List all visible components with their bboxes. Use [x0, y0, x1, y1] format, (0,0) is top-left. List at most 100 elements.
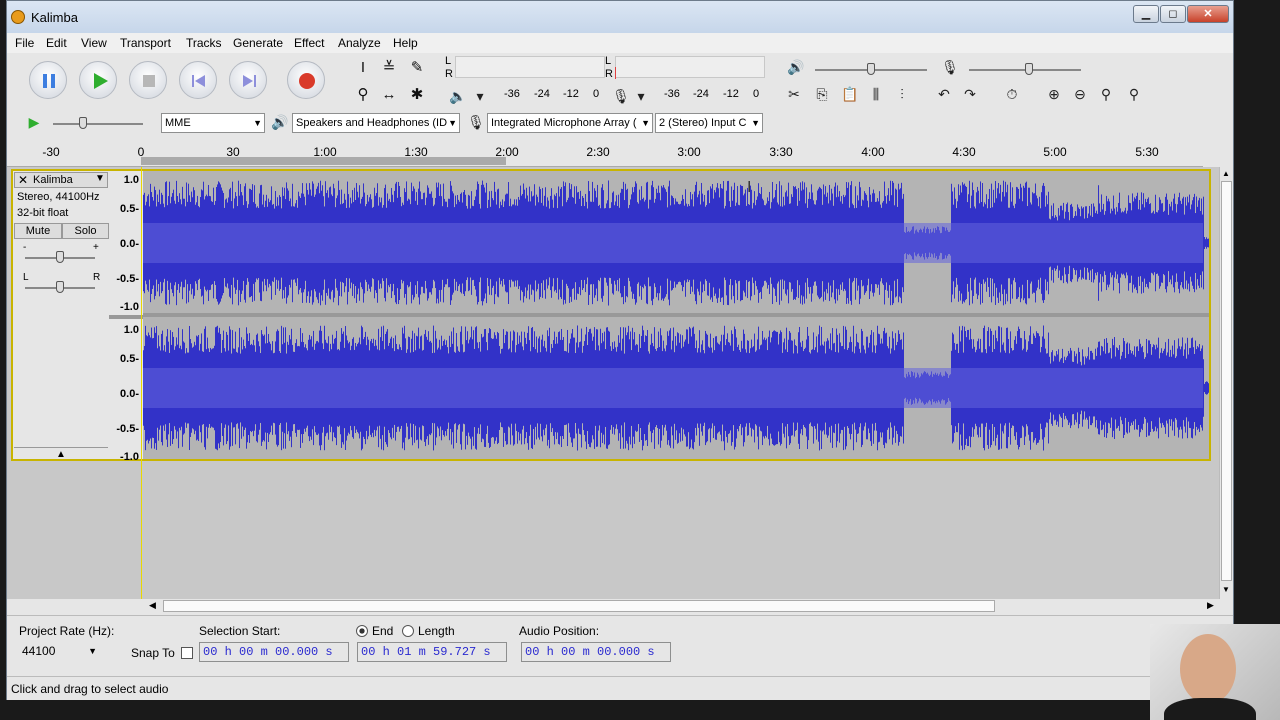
record-meter-dropdown-icon[interactable]: ▾	[630, 85, 652, 107]
menu-file[interactable]: File	[15, 36, 34, 50]
zoom-tool-icon[interactable]: ⚲	[352, 84, 374, 106]
maximize-icon[interactable]: ◻	[1160, 5, 1186, 23]
zoom-out-icon[interactable]: ⊖	[1069, 83, 1091, 105]
track-name: Kalimba	[33, 174, 73, 186]
menu-transport[interactable]: Transport	[120, 36, 171, 50]
playback-meter[interactable]	[455, 56, 605, 78]
playback-scale-36: -36	[504, 88, 520, 100]
close-track-icon[interactable]: ✕	[18, 173, 28, 187]
fit-selection-icon[interactable]: ⚲	[1095, 83, 1117, 105]
audio-position-field[interactable]: 00 h 00 m 00.000 s	[521, 642, 671, 662]
input-volume-slider[interactable]	[969, 63, 1081, 75]
scroll-left-icon[interactable]: ◀	[149, 600, 156, 611]
play-button[interactable]	[79, 61, 117, 99]
selection-tool-icon[interactable]: I	[352, 57, 374, 79]
time-shift-tool-icon[interactable]: ↔	[378, 84, 400, 106]
mute-button[interactable]: Mute	[14, 223, 62, 239]
selection-toolbar: Project Rate (Hz): 44100 ▼ Snap To Select…	[7, 615, 1233, 675]
draw-tool-icon[interactable]: ✎	[406, 57, 428, 79]
redo-icon[interactable]: ↷	[959, 83, 981, 105]
scale-label: -0.5-	[116, 423, 139, 435]
playback-scale-0: 0	[593, 88, 600, 100]
output-device-select[interactable]: Speakers and Headphones (ID ▼	[292, 113, 460, 133]
host-select[interactable]: MME ▼	[161, 113, 265, 133]
record-scale-36: -36	[664, 88, 680, 100]
menu-tracks[interactable]: Tracks	[186, 36, 222, 50]
audio-position-label: Audio Position:	[519, 624, 600, 638]
input-device-select[interactable]: Integrated Microphone Array (▼	[487, 113, 653, 133]
selection-start-field[interactable]: 00 h 00 m 00.000 s	[199, 642, 349, 662]
menu-effect[interactable]: Effect	[294, 36, 324, 50]
undo-icon[interactable]: ↶	[933, 83, 955, 105]
horizontal-scroll-thumb[interactable]	[163, 600, 995, 612]
skip-to-start-button[interactable]	[179, 61, 217, 99]
vertical-scrollbar[interactable]: ▲ ▼	[1219, 167, 1233, 599]
zoom-in-icon[interactable]: ⊕	[1043, 83, 1065, 105]
ruler-label: 1:30	[404, 145, 428, 159]
track-title-bar[interactable]: ✕ Kalimba ▼	[14, 172, 108, 188]
timeline-ruler[interactable]: -30 0 30 1:00 1:30 2:00 2:30 3:00 3:30 4…	[7, 143, 1203, 167]
selection-start-label: Selection Start:	[199, 624, 281, 638]
play-at-speed-icon[interactable]: ▶	[23, 111, 45, 133]
solo-button[interactable]: Solo	[62, 223, 109, 239]
chevron-down-icon: ▼	[88, 646, 97, 656]
silence-icon[interactable]: ⫶	[891, 83, 913, 105]
title-bar: Kalimba ▁ ◻ ✕	[7, 1, 1233, 33]
paste-icon[interactable]: 📋	[839, 83, 861, 105]
menu-view[interactable]: View	[81, 36, 107, 50]
collapse-track-icon[interactable]: ▲	[14, 447, 108, 461]
text-cursor-icon: I	[747, 179, 752, 196]
fit-project-icon[interactable]: ⚲	[1123, 83, 1145, 105]
pan-slider[interactable]	[25, 281, 95, 293]
vertical-scroll-thumb[interactable]	[1221, 181, 1232, 581]
ruler-label: 4:00	[861, 145, 885, 159]
track-area[interactable]: ✕ Kalimba ▼ Stereo, 44100Hz 32-bit float…	[7, 167, 1223, 599]
cut-icon[interactable]: ✂	[783, 83, 805, 105]
play-speed-slider[interactable]	[53, 117, 143, 129]
record-meter[interactable]	[615, 56, 765, 78]
speaker-icon: 🔈	[449, 88, 467, 104]
minimize-icon[interactable]: ▁	[1133, 5, 1159, 23]
scroll-up-icon[interactable]: ▲	[1222, 169, 1230, 178]
pause-button[interactable]	[29, 61, 67, 99]
menu-analyze[interactable]: Analyze	[338, 36, 381, 50]
scroll-right-icon[interactable]: ▶	[1207, 600, 1214, 611]
waveform-display[interactable]	[143, 169, 1211, 461]
horizontal-scrollbar[interactable]: ◀ ▶	[147, 599, 1223, 613]
multi-tool-icon[interactable]: ✱	[406, 84, 428, 106]
scroll-down-icon[interactable]: ▼	[1222, 585, 1230, 594]
end-radio[interactable]	[356, 625, 368, 637]
play-cursor	[141, 167, 142, 599]
gain-plus-label: +	[93, 242, 99, 253]
record-level-marker	[615, 67, 616, 79]
menu-help[interactable]: Help	[393, 36, 418, 50]
menu-edit[interactable]: Edit	[46, 36, 67, 50]
chevron-down-icon: ▼	[641, 118, 650, 128]
track-menu-chevron-down-icon[interactable]: ▼	[95, 173, 105, 184]
skip-to-end-button[interactable]	[229, 61, 267, 99]
copy-icon[interactable]: ⎘	[811, 83, 833, 105]
playback-meter-dropdown-icon[interactable]: ▾	[469, 85, 491, 107]
scale-label: 1.0	[123, 174, 139, 186]
length-label: Length	[418, 624, 455, 638]
output-volume-slider[interactable]	[815, 63, 927, 75]
output-device-speaker-icon: 🔊	[271, 114, 289, 130]
stop-button[interactable]	[129, 61, 167, 99]
menu-generate[interactable]: Generate	[233, 36, 283, 50]
scale-label: 1.0	[123, 324, 139, 336]
trim-icon[interactable]: ⫼	[865, 83, 887, 105]
gain-slider[interactable]	[25, 251, 95, 263]
snap-to-checkbox[interactable]	[181, 647, 193, 659]
project-rate-select[interactable]: 44100 ▼	[19, 642, 99, 662]
gain-minus-label: -	[23, 242, 27, 253]
scale-label: 0.5-	[120, 353, 139, 365]
input-channels-select[interactable]: 2 (Stereo) Input C ▼	[655, 113, 763, 133]
length-radio[interactable]	[402, 625, 414, 637]
sync-lock-icon[interactable]: ⏱	[1001, 83, 1023, 105]
selection-end-field[interactable]: 00 h 01 m 59.727 s	[357, 642, 507, 662]
window-title: Kalimba	[31, 10, 78, 25]
close-icon[interactable]: ✕	[1187, 5, 1229, 23]
envelope-tool-icon[interactable]: ≚	[378, 57, 400, 79]
waveform-channel	[143, 180, 1209, 306]
record-button[interactable]	[287, 61, 325, 99]
